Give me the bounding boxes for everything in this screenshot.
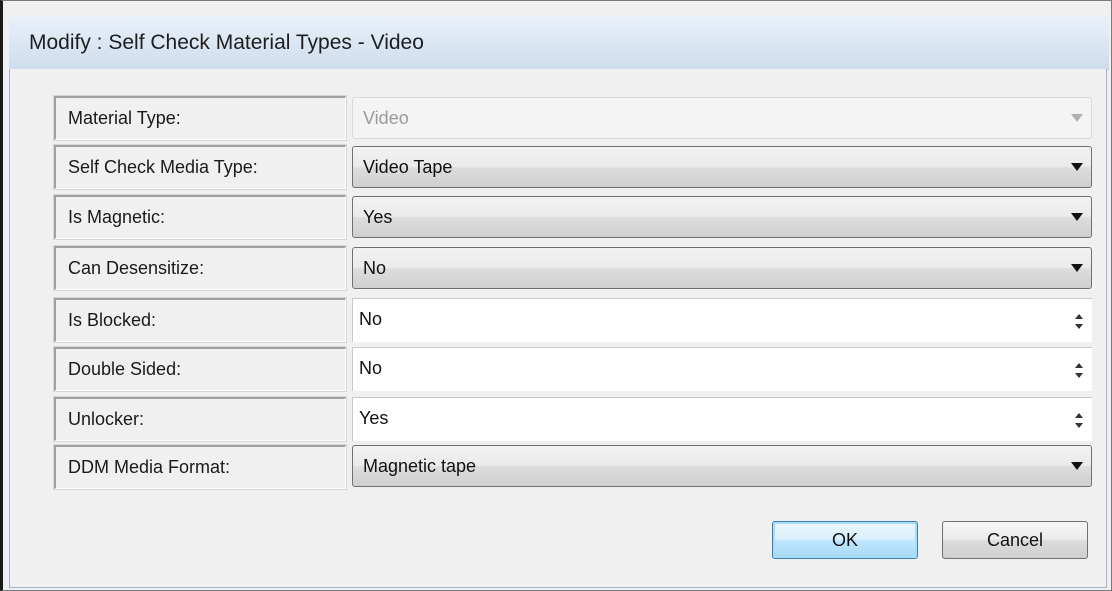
updown-arrows-icon[interactable] bbox=[1070, 406, 1088, 434]
unlocker-value[interactable]: Yes bbox=[359, 408, 388, 429]
double-sided-value[interactable]: No bbox=[359, 358, 382, 379]
is-magnetic-combo[interactable]: Yes bbox=[352, 196, 1092, 238]
is-blocked-value[interactable]: No bbox=[359, 309, 382, 330]
double-sided-spinner[interactable]: No bbox=[352, 347, 1092, 391]
ddm-media-format-value: Magnetic tape bbox=[363, 456, 477, 476]
ddm-media-format-combo[interactable]: Magnetic tape bbox=[352, 445, 1092, 487]
material-type-label: Material Type: bbox=[68, 108, 181, 128]
is-blocked-label: Is Blocked: bbox=[68, 310, 157, 330]
chevron-down-icon[interactable] bbox=[1071, 213, 1083, 221]
up-arrow-icon[interactable] bbox=[1075, 363, 1083, 368]
material-type-label-box: Material Type: bbox=[53, 95, 347, 141]
updown-arrows-icon[interactable] bbox=[1070, 307, 1088, 335]
can-desensitize-combo[interactable]: No bbox=[352, 247, 1092, 289]
can-desensitize-label: Can Desensitize: bbox=[68, 258, 205, 278]
chevron-down-icon bbox=[1071, 114, 1083, 122]
ddm-media-format-label-box: DDM Media Format: bbox=[53, 444, 347, 490]
updown-arrows-icon[interactable] bbox=[1070, 356, 1088, 384]
is-magnetic-value: Yes bbox=[363, 207, 393, 227]
material-type-combo: Video bbox=[352, 97, 1092, 139]
down-arrow-icon[interactable] bbox=[1075, 373, 1083, 378]
up-arrow-icon[interactable] bbox=[1075, 413, 1083, 418]
unlocker-spinner[interactable]: Yes bbox=[352, 397, 1092, 441]
material-type-value: Video bbox=[363, 108, 409, 128]
self-check-media-type-combo[interactable]: Video Tape bbox=[352, 146, 1092, 188]
can-desensitize-label-box: Can Desensitize: bbox=[53, 245, 347, 291]
self-check-media-type-label-box: Self Check Media Type: bbox=[53, 144, 347, 190]
down-arrow-icon[interactable] bbox=[1075, 423, 1083, 428]
is-blocked-spinner[interactable]: No bbox=[352, 298, 1092, 342]
chevron-down-icon[interactable] bbox=[1071, 163, 1083, 171]
unlocker-label-box: Unlocker: bbox=[53, 396, 347, 442]
up-arrow-icon[interactable] bbox=[1075, 314, 1083, 319]
cancel-button[interactable]: Cancel bbox=[942, 521, 1088, 559]
title-bar[interactable]: Modify : Self Check Material Types - Vid… bbox=[9, 15, 1109, 70]
is-magnetic-label-box: Is Magnetic: bbox=[53, 194, 347, 240]
ok-button[interactable]: OK bbox=[772, 521, 918, 559]
double-sided-label: Double Sided: bbox=[68, 359, 182, 379]
chevron-down-icon[interactable] bbox=[1071, 264, 1083, 272]
unlocker-label: Unlocker: bbox=[68, 409, 145, 429]
is-magnetic-label: Is Magnetic: bbox=[68, 207, 166, 227]
double-sided-label-box: Double Sided: bbox=[53, 346, 347, 392]
self-check-media-type-label: Self Check Media Type: bbox=[68, 157, 258, 177]
can-desensitize-value: No bbox=[363, 258, 387, 278]
dialog-window: Modify : Self Check Material Types - Vid… bbox=[0, 0, 1112, 591]
self-check-media-type-value: Video Tape bbox=[363, 157, 453, 177]
is-blocked-label-box: Is Blocked: bbox=[53, 297, 347, 343]
chevron-down-icon[interactable] bbox=[1071, 462, 1083, 470]
ddm-media-format-label: DDM Media Format: bbox=[68, 457, 231, 477]
dialog-title: Modify : Self Check Material Types - Vid… bbox=[29, 31, 424, 54]
down-arrow-icon[interactable] bbox=[1075, 324, 1083, 329]
